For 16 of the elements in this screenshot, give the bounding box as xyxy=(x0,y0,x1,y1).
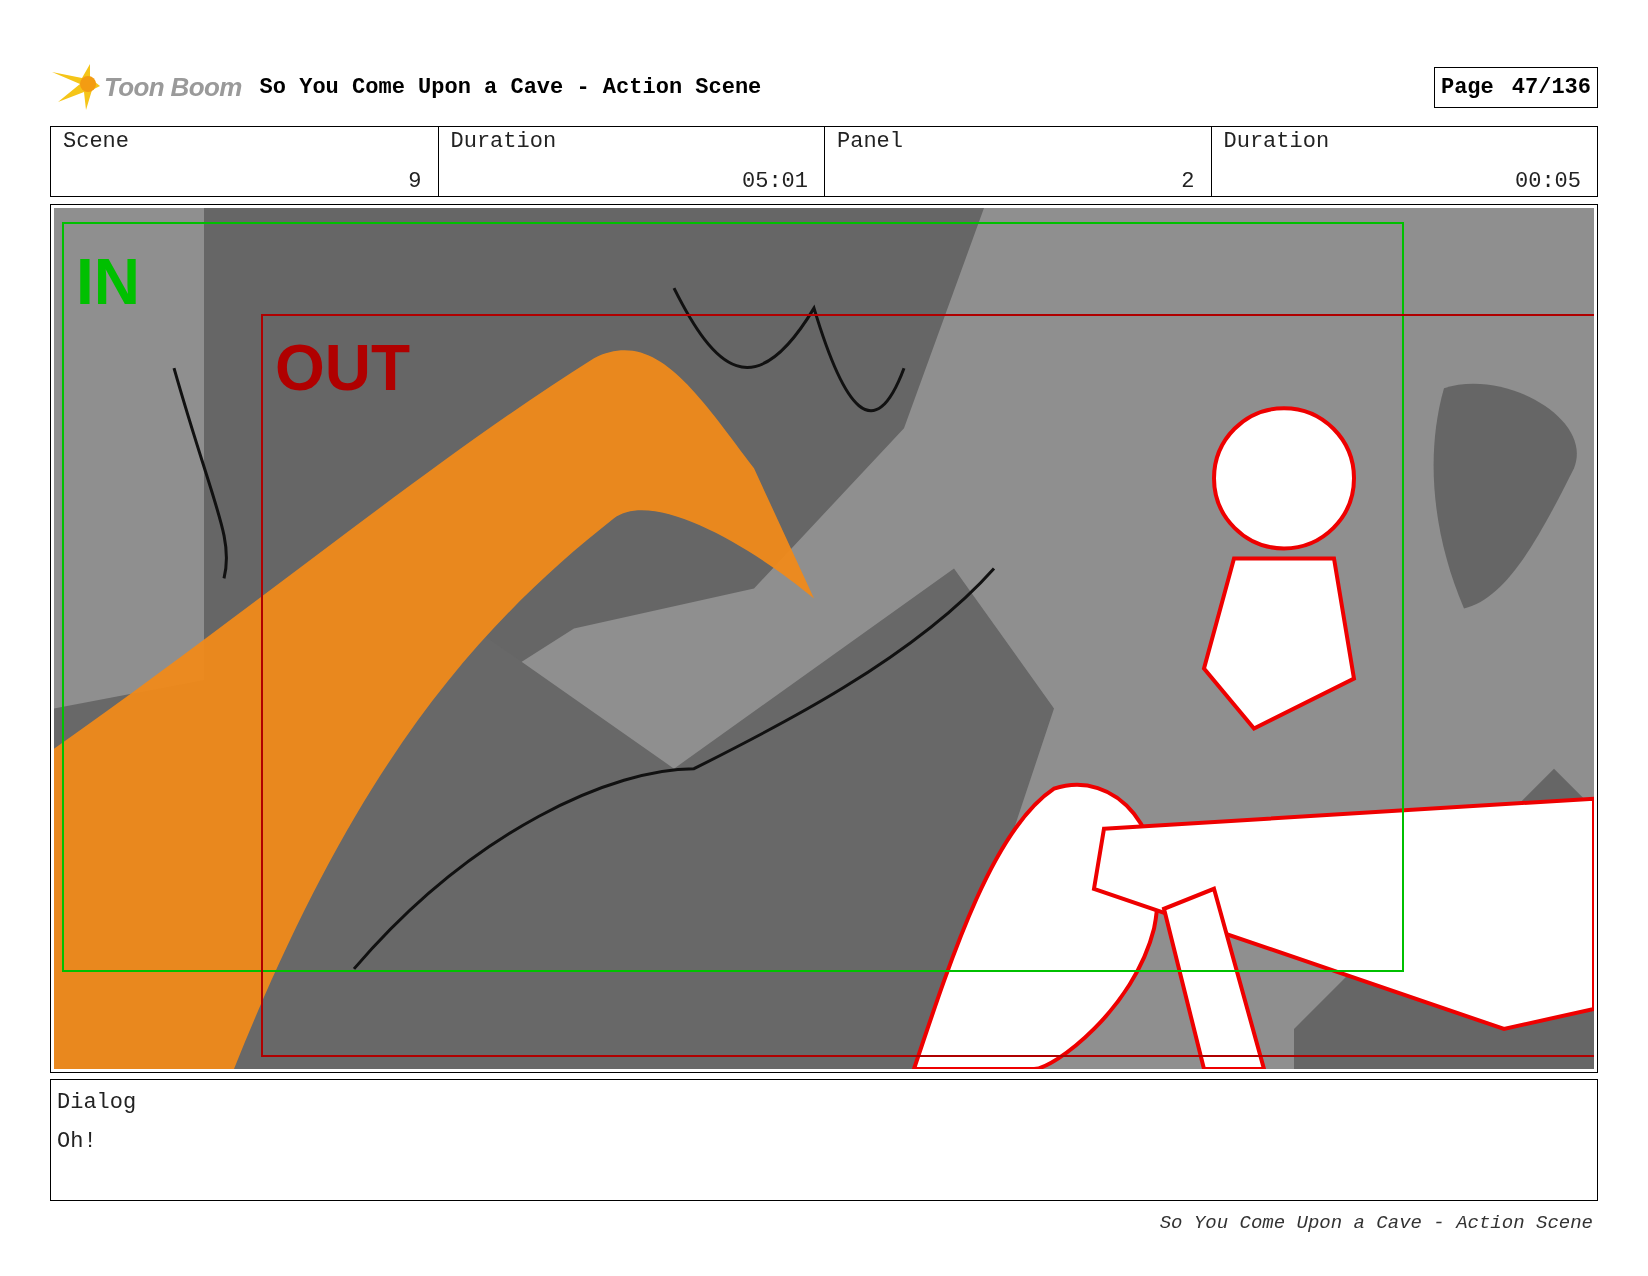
footer-title: So You Come Upon a Cave - Action Scene xyxy=(1159,1211,1593,1236)
logo-text: Toon Boom xyxy=(104,70,242,104)
field-label: Duration xyxy=(1223,131,1330,153)
field-value: 9 xyxy=(408,171,422,193)
field-value: 05:01 xyxy=(742,171,808,193)
field-label: Panel xyxy=(837,131,903,153)
dialog-text: Oh! xyxy=(57,1128,97,1156)
field-label: Scene xyxy=(63,131,129,153)
board-title: So You Come Upon a Cave - Action Scene xyxy=(259,73,762,102)
field-value: 00:05 xyxy=(1515,171,1581,193)
page-counter: Page 47/136 xyxy=(1433,66,1598,108)
field-label: Duration xyxy=(450,131,557,153)
frame-label: OUT xyxy=(275,336,411,400)
field-value: 2 xyxy=(1181,171,1195,193)
dialog-label: Dialog xyxy=(57,1089,137,1117)
frame-label: IN xyxy=(76,250,140,314)
